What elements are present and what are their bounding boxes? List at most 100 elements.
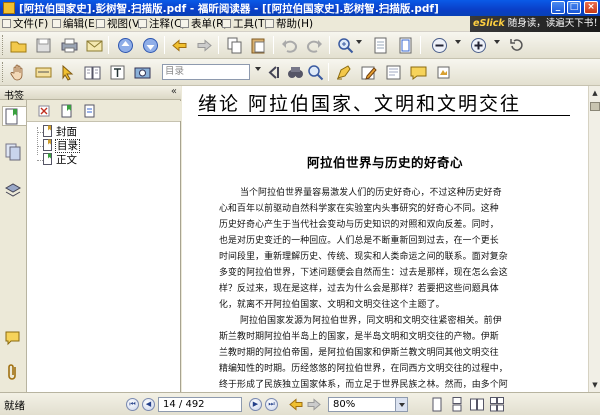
body-text-line: 多变的阿拉伯世界，下述问题便会自然而生：过去是那样，现在怎么会这 [219, 268, 508, 278]
new-bookmark-icon [61, 104, 72, 118]
menu-comment[interactable]: 注释(C) [138, 17, 186, 31]
minimize-button[interactable]: _ [551, 1, 565, 14]
menu-tools[interactable]: 工具(T) [222, 17, 269, 31]
layers-icon [4, 183, 22, 197]
actual-size-button[interactable] [371, 36, 390, 55]
scroll-up-button[interactable]: ▲ [590, 87, 600, 99]
prev-page-button[interactable]: ◀ [142, 398, 155, 411]
zoom-dropdown-arrow[interactable] [395, 398, 407, 411]
single-page-icon [432, 397, 442, 412]
redo-button[interactable] [305, 36, 324, 55]
toolbar-separator [164, 36, 165, 54]
pages-tab[interactable] [4, 142, 22, 162]
book-view-button[interactable] [83, 63, 102, 82]
zoom-tool-button[interactable] [336, 36, 355, 55]
copy-button[interactable] [225, 36, 244, 55]
minus-circle-icon [432, 38, 447, 53]
bookmark-select[interactable]: 目录 [162, 64, 250, 80]
body-text-line: 样？反过来，现在是这样，过去为什么会是那样？若要把这些问题具体 [219, 284, 499, 294]
paste-button[interactable] [249, 36, 268, 55]
app-icon [3, 2, 15, 14]
select-text-button[interactable] [34, 63, 53, 82]
ad-banner[interactable]: eSlick 随身读，读遍天下书！ [470, 16, 600, 32]
search-button[interactable] [306, 63, 325, 82]
continuous-facing-view-button[interactable] [490, 397, 504, 412]
scroll-thumb[interactable] [590, 102, 600, 111]
arrow-right-icon [307, 398, 321, 411]
expand-bookmark-button[interactable] [83, 104, 97, 118]
fit-page-button[interactable] [396, 36, 415, 55]
bookmark-icon [43, 153, 53, 165]
menu-file[interactable]: 文件(F) [2, 17, 48, 31]
zoom-in-dropdown[interactable] [494, 40, 500, 44]
save-button[interactable] [34, 36, 53, 55]
history-back-button[interactable] [289, 397, 303, 412]
comments-tab[interactable] [4, 328, 22, 348]
comment-icon [138, 19, 147, 28]
text-tool-button[interactable] [108, 63, 127, 82]
snapshot-button[interactable] [133, 63, 152, 82]
toolbar-grip[interactable] [2, 35, 5, 55]
page-prev-icon [268, 66, 279, 79]
facing-view-button[interactable] [470, 397, 484, 412]
menu-edit[interactable]: 编辑(E) [52, 17, 99, 31]
note-tool-button[interactable] [359, 63, 378, 82]
hand-tool-button[interactable] [9, 63, 28, 82]
page-icon [374, 37, 387, 54]
next-page-button[interactable] [141, 36, 160, 55]
search-prev-button[interactable] [264, 63, 283, 82]
select-arrow-button[interactable] [58, 63, 77, 82]
maximize-button[interactable]: □ [567, 1, 581, 14]
camera-icon [134, 67, 151, 79]
panel-collapse-button[interactable]: « [171, 86, 177, 97]
body-text-line: 终于形成了民族独立国家体系，而立足于世界民族之林。然而，由多个阿 [219, 380, 508, 390]
zoom-out-dropdown[interactable] [455, 40, 461, 44]
menu-help[interactable]: 帮助(H) [265, 17, 313, 31]
zoom-select[interactable]: 80% [328, 397, 408, 412]
rotate-button[interactable] [507, 36, 526, 55]
bookmark-item-cover[interactable]: 封面 [37, 125, 78, 139]
toolbar-grip[interactable] [2, 62, 5, 82]
layers-tab[interactable] [4, 180, 22, 200]
previous-page-button[interactable] [116, 36, 135, 55]
menu-form[interactable]: 表单(R) [180, 17, 228, 31]
zoom-out-button[interactable] [430, 36, 449, 55]
new-bookmark-button[interactable] [60, 104, 74, 118]
delete-bookmark-button[interactable] [37, 104, 51, 118]
single-page-view-button[interactable] [430, 397, 444, 412]
print-button[interactable] [60, 36, 79, 55]
page-number-field[interactable]: 14 / 492 [158, 397, 242, 412]
bookmark-item-toc[interactable]: 目录 [37, 139, 80, 153]
body-text-line: 化，就离不开阿拉伯国家、文明和文明交往这个主题了。 [219, 300, 445, 310]
last-page-button[interactable]: ⏭ [265, 398, 278, 411]
undo-button[interactable] [280, 36, 299, 55]
attachments-tab[interactable] [4, 362, 22, 382]
scroll-down-button[interactable]: ▼ [590, 379, 600, 391]
continuous-view-button[interactable] [450, 397, 464, 412]
comment-tool-button[interactable] [384, 63, 403, 82]
document-view[interactable]: 绪论 阿拉伯国家、文明和文明交往 阿拉伯世界与历史的好奇心 当个阿拉伯世界量容易… [182, 86, 588, 392]
history-forward-button[interactable] [307, 397, 321, 412]
help-icon [265, 19, 274, 28]
title-bar[interactable]: [阿拉伯国家史].彭树智.扫描版.pdf - 福昕阅读器 - [[阿拉伯国家史]… [0, 0, 600, 16]
next-page-status-button[interactable]: ▶ [249, 398, 262, 411]
menu-view[interactable]: 视图(V) [96, 17, 143, 31]
first-page-button[interactable]: ⏮ [126, 398, 139, 411]
stamp-tool-button[interactable] [434, 63, 453, 82]
vertical-scrollbar[interactable]: ▲ ▼ [588, 86, 600, 392]
close-button[interactable]: × [584, 1, 598, 14]
find-button[interactable] [286, 63, 305, 82]
bookmark-item-body[interactable]: 正文 [37, 153, 78, 167]
edit-icon [52, 19, 61, 28]
forward-button[interactable] [195, 36, 214, 55]
open-button[interactable] [9, 36, 28, 55]
sticky-note-button[interactable] [409, 63, 428, 82]
back-button[interactable] [170, 36, 189, 55]
email-button[interactable] [85, 36, 104, 55]
highlight-tool-button[interactable] [334, 63, 353, 82]
zoom-in-button[interactable] [469, 36, 488, 55]
bookmark-select-dropdown[interactable] [255, 67, 261, 71]
bookmarks-tab[interactable] [2, 106, 26, 126]
copy-icon [227, 37, 242, 54]
zoom-tool-dropdown[interactable] [356, 40, 362, 44]
